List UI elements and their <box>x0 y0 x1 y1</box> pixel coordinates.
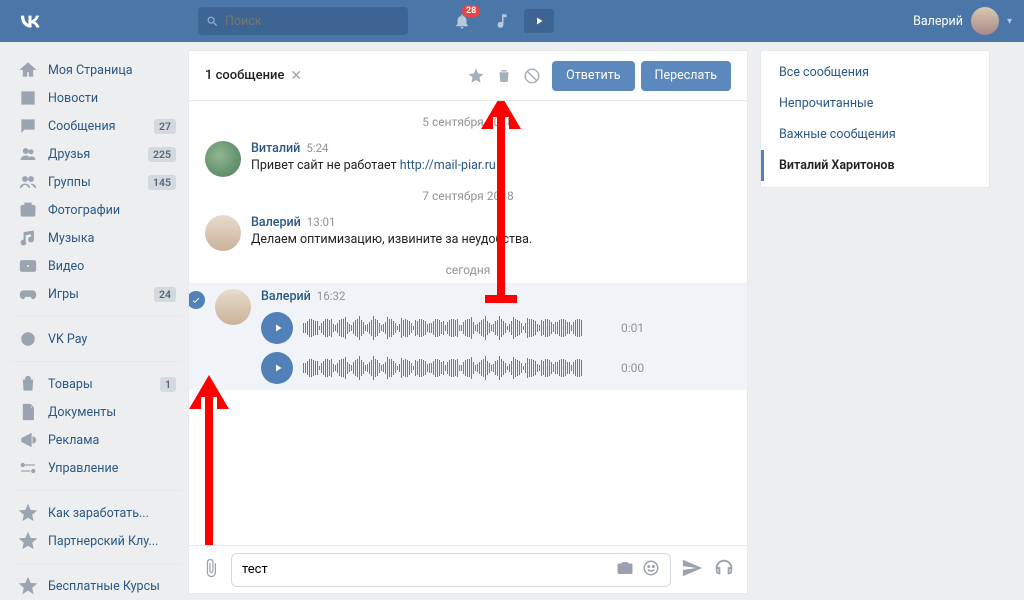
docs-icon <box>18 402 38 422</box>
selected-check-icon[interactable] <box>189 291 205 309</box>
sidebar-item-как-заработать...[interactable]: Как заработать... <box>12 499 182 527</box>
right-panel: Все сообщенияНепрочитанныеВажные сообщен… <box>760 50 990 594</box>
avatar <box>205 141 241 177</box>
avatar <box>205 215 241 251</box>
play-button[interactable] <box>261 312 293 344</box>
forward-button[interactable]: Переслать <box>641 61 731 91</box>
page: Моя СтраницаНовостиСообщения27Друзья225Г… <box>0 42 1024 594</box>
sidebar-item-документы[interactable]: Документы <box>12 398 182 426</box>
vkpay-icon <box>18 329 38 349</box>
messages-panel: 1 сообщение ✕ Ответить Переслать 5 сентя… <box>188 50 748 594</box>
music-button[interactable] <box>484 0 520 42</box>
home-icon <box>18 60 38 80</box>
user-menu[interactable]: Валерий ▾ <box>913 7 1012 35</box>
groups-icon <box>18 172 38 192</box>
search-input[interactable] <box>225 14 400 29</box>
video-button[interactable] <box>524 9 554 33</box>
play-button[interactable] <box>261 352 293 384</box>
user-name: Валерий <box>913 14 963 29</box>
conversation: 5 сентября 2018 Виталий5:24 Привет сайт … <box>189 101 747 545</box>
message-toolbar: 1 сообщение ✕ Ответить Переслать <box>189 51 747 101</box>
sidebar-item-друзья[interactable]: Друзья225 <box>12 140 182 168</box>
manage-icon <box>18 458 38 478</box>
waveform[interactable] <box>303 354 603 382</box>
spam-button[interactable] <box>518 67 546 85</box>
waveform[interactable] <box>303 314 603 342</box>
sidebar-item-реклама[interactable]: Реклама <box>12 426 182 454</box>
date-separator: 5 сентября 2018 <box>205 115 731 129</box>
notification-badge: 28 <box>462 5 480 17</box>
message-row[interactable]: Виталий5:24 Привет сайт не работает http… <box>205 135 731 183</box>
top-bar: 28 Валерий ▾ <box>0 0 1024 42</box>
goods-icon <box>18 374 38 394</box>
attach-button[interactable] <box>201 558 221 582</box>
message-row-selected[interactable]: Валерий16:32 0:01 0:00 <box>189 283 747 390</box>
sidebar-item-партнерский-клу...[interactable]: Партнерский Клу... <box>12 527 182 555</box>
msg-icon <box>18 116 38 136</box>
message-row[interactable]: Валерий13:01 Делаем оптимизацию, извинит… <box>205 209 731 257</box>
avatar <box>215 289 251 325</box>
emoji-icon[interactable] <box>642 559 660 581</box>
filter-item[interactable]: Виталий Харитонов <box>761 150 989 181</box>
filter-item[interactable]: Непрочитанные <box>761 88 989 119</box>
send-button[interactable] <box>681 557 703 583</box>
compose-row <box>189 545 747 593</box>
message-text: Привет сайт не работает http://mail-piar… <box>251 158 731 173</box>
music-icon <box>18 228 38 248</box>
sidebar-item-управление[interactable]: Управление <box>12 454 182 482</box>
avatar <box>971 7 999 35</box>
filter-item[interactable]: Важные сообщения <box>761 119 989 150</box>
dialog-filters: Все сообщенияНепрочитанныеВажные сообщен… <box>760 50 990 188</box>
delete-button[interactable] <box>490 67 518 85</box>
sidebar-item-группы[interactable]: Группы145 <box>12 168 182 196</box>
message-text: Делаем оптимизацию, извините за неудобст… <box>251 232 731 247</box>
video-icon <box>18 256 38 276</box>
ads-icon <box>18 430 38 450</box>
friends-icon <box>18 144 38 164</box>
date-separator: 7 сентября 2018 <box>205 189 731 203</box>
annotation-arrow-up <box>189 369 239 545</box>
sidebar-item-новости[interactable]: Новости <box>12 84 182 112</box>
reply-button[interactable]: Ответить <box>552 61 634 91</box>
sender-name[interactable]: Виталий <box>251 141 300 156</box>
sender-name[interactable]: Валерий <box>261 289 311 304</box>
filter-item[interactable]: Все сообщения <box>761 57 989 88</box>
star-button[interactable] <box>462 67 490 85</box>
voice-message[interactable]: 0:01 <box>261 312 731 344</box>
selection-count: 1 сообщение <box>205 68 284 83</box>
voice-record-button[interactable] <box>713 557 735 583</box>
sidebar-item-фотографии[interactable]: Фотографии <box>12 196 182 224</box>
vk-logo[interactable] <box>12 8 48 34</box>
clear-selection-button[interactable]: ✕ <box>290 68 302 84</box>
sidebar-item-бесплатные-курсы[interactable]: Бесплатные Курсы <box>12 572 182 600</box>
chevron-down-icon: ▾ <box>1007 16 1012 27</box>
voice-message[interactable]: 0:00 <box>261 352 731 384</box>
sender-name[interactable]: Валерий <box>251 215 301 230</box>
sidebar-item-сообщения[interactable]: Сообщения27 <box>12 112 182 140</box>
sidebar-item-видео[interactable]: Видео <box>12 252 182 280</box>
news-icon <box>18 88 38 108</box>
games-icon <box>18 284 38 304</box>
sidebar-item-игры[interactable]: Игры24 <box>12 280 182 308</box>
sidebar-item-vkpay[interactable]: VK Pay <box>12 325 182 353</box>
notifications-button[interactable]: 28 <box>444 0 480 42</box>
search-box[interactable] <box>198 7 408 35</box>
sidebar-item-музыка[interactable]: Музыка <box>12 224 182 252</box>
photo-icon <box>18 200 38 220</box>
message-input[interactable] <box>242 562 616 577</box>
date-separator: сегодня <box>205 263 731 277</box>
top-icons: 28 <box>444 0 554 42</box>
star-icon <box>18 503 38 523</box>
message-input-wrap <box>231 553 671 587</box>
sidebar-item-товары[interactable]: Товары1 <box>12 370 182 398</box>
star-icon <box>18 576 38 596</box>
search-icon <box>206 15 219 28</box>
star-icon <box>18 531 38 551</box>
camera-icon[interactable] <box>616 559 634 581</box>
sidebar-item-моя-страница[interactable]: Моя Страница <box>12 56 182 84</box>
left-sidebar: Моя СтраницаНовостиСообщения27Друзья225Г… <box>12 50 182 594</box>
link[interactable]: http://mail-piar.ru <box>400 158 496 173</box>
